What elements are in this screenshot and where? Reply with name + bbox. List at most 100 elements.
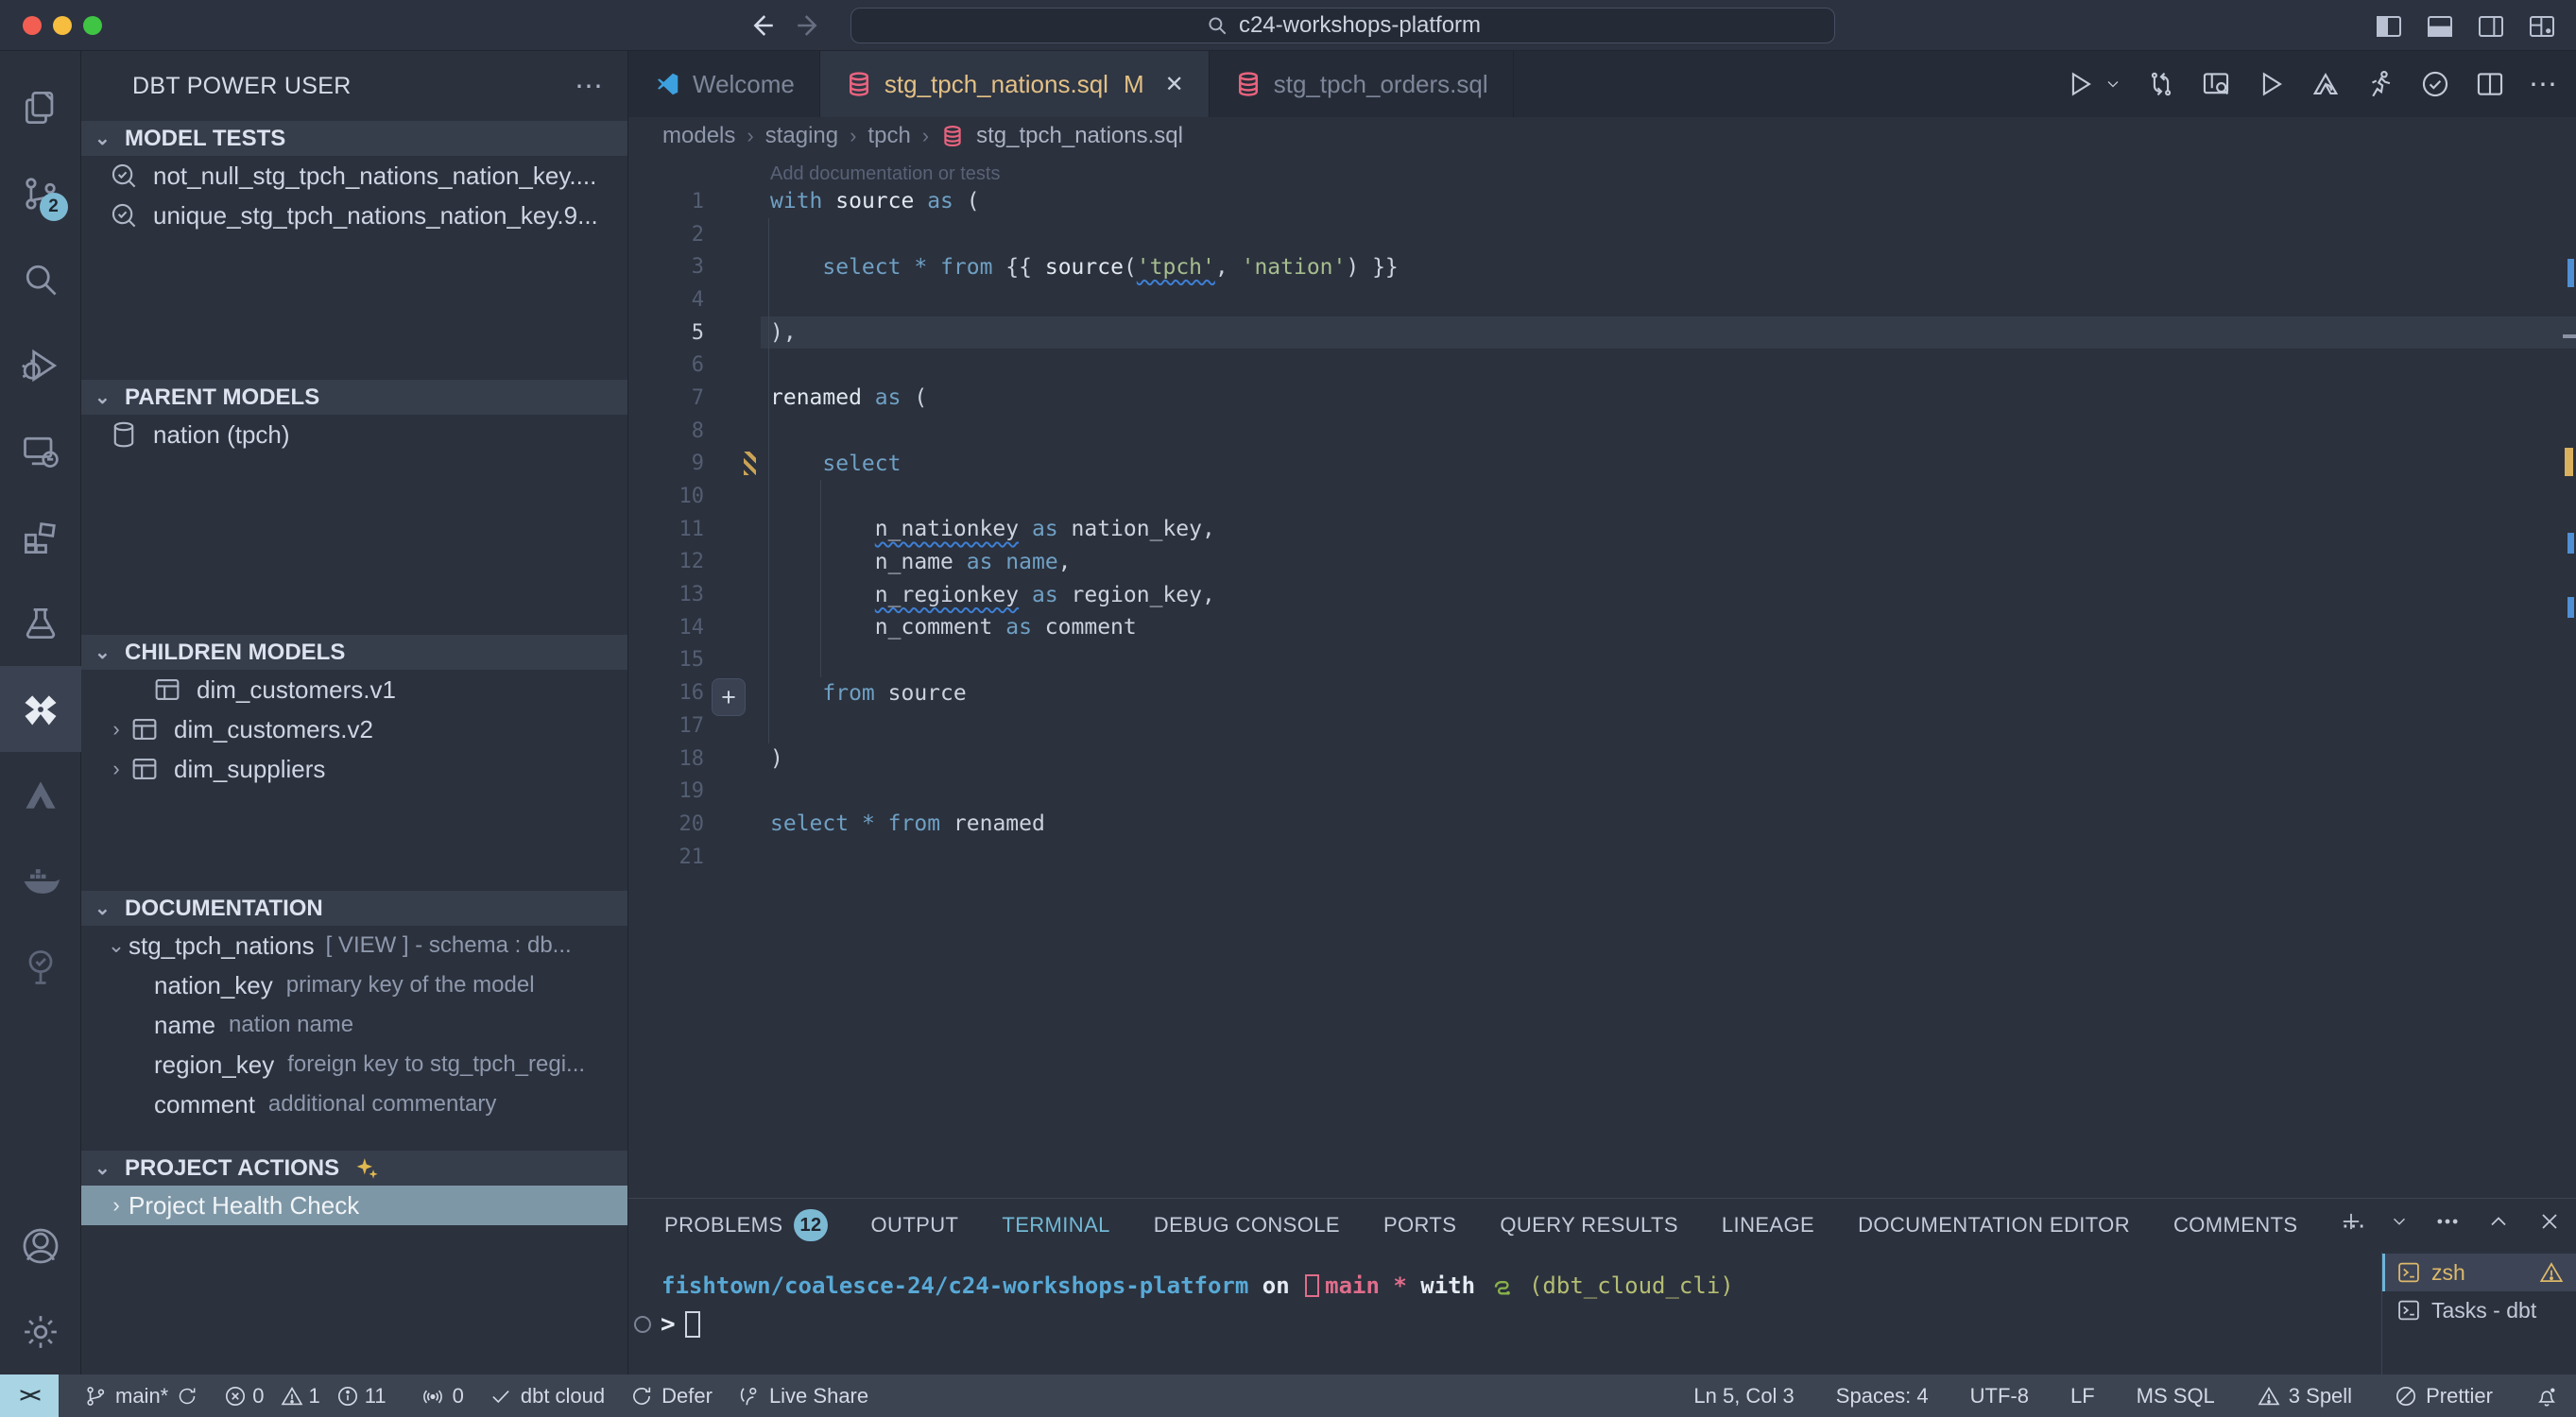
activity-settings-gear[interactable] bbox=[0, 1289, 81, 1374]
forward-arrow-icon[interactable] bbox=[794, 9, 826, 42]
run-play-icon[interactable] bbox=[2064, 68, 2096, 100]
runner-icon[interactable] bbox=[2364, 68, 2396, 100]
activity-search[interactable] bbox=[0, 236, 81, 322]
activity-dbt-power-user[interactable] bbox=[0, 666, 81, 752]
list-item[interactable]: nation (tpch) bbox=[81, 415, 627, 454]
code-line-14: 14 n_comment as comment bbox=[628, 611, 2576, 644]
list-item[interactable]: namenation name bbox=[81, 1005, 627, 1045]
list-item[interactable]: region_keyforeign key to stg_tpch_regi..… bbox=[81, 1045, 627, 1084]
chevron-right-icon[interactable]: › bbox=[104, 1193, 129, 1218]
terminal[interactable]: fishtown/coalesce-24/c24-workshops-platf… bbox=[628, 1252, 2381, 1374]
panel-tab-debug-console[interactable]: DEBUG CONSOLE bbox=[1154, 1213, 1340, 1238]
breadcrumb-item[interactable]: staging bbox=[765, 123, 838, 149]
status-3-spell[interactable]: 3 Spell bbox=[2257, 1384, 2352, 1408]
status-prettier[interactable]: Prettier bbox=[2394, 1384, 2493, 1408]
breadcrumb-item[interactable]: tpch bbox=[867, 123, 910, 149]
activity-beaker[interactable] bbox=[0, 580, 81, 666]
panel-tab-ports[interactable]: PORTS bbox=[1383, 1213, 1456, 1238]
list-item[interactable]: ›dim_suppliers bbox=[81, 749, 627, 789]
activity-files[interactable] bbox=[0, 64, 81, 150]
codelens-link[interactable]: Add documentation or tests bbox=[628, 155, 2576, 185]
more-actions-icon[interactable]: ⋯ bbox=[2529, 68, 2559, 101]
back-arrow-icon[interactable] bbox=[745, 9, 777, 42]
layout-sidebar-left-icon[interactable] bbox=[2374, 11, 2404, 42]
activity-dbt-mountain[interactable] bbox=[0, 752, 81, 838]
status-dbt-cloud[interactable]: dbt cloud bbox=[489, 1384, 605, 1408]
chevron-right-icon[interactable]: › bbox=[104, 757, 129, 781]
ellipsis-icon[interactable] bbox=[2434, 1208, 2461, 1235]
chevron-up-icon[interactable] bbox=[2485, 1208, 2512, 1235]
section-header[interactable]: ⌄PROJECT ACTIONS bbox=[81, 1151, 627, 1186]
status-lf[interactable]: LF bbox=[2070, 1384, 2095, 1408]
status-ln-5-col-3[interactable]: Ln 5, Col 3 bbox=[1693, 1384, 1794, 1408]
list-item[interactable]: ⌄stg_tpch_nations[ VIEW ] - schema : db.… bbox=[81, 926, 627, 965]
chevron-right-icon[interactable]: › bbox=[104, 717, 129, 742]
layout-sidebar-right-icon[interactable] bbox=[2476, 11, 2506, 42]
section-header[interactable]: ⌄DOCUMENTATION bbox=[81, 891, 627, 926]
section-header[interactable]: ⌄MODEL TESTS bbox=[81, 121, 627, 156]
panel-tab-problems[interactable]: PROBLEMS12 bbox=[664, 1209, 828, 1241]
layout-panel-icon[interactable] bbox=[2425, 11, 2455, 42]
status-defer[interactable]: Defer bbox=[629, 1384, 713, 1408]
activity-remote-explorer[interactable] bbox=[0, 408, 81, 494]
gutter-add-button[interactable]: + bbox=[712, 678, 746, 716]
activity-todo-tree[interactable] bbox=[0, 924, 81, 1010]
check-circle-icon[interactable] bbox=[2419, 68, 2451, 100]
dbt-mountain-sm-icon[interactable] bbox=[2310, 68, 2342, 100]
panel-tab-lineage[interactable]: LINEAGE bbox=[1722, 1213, 1814, 1238]
close-window-button[interactable] bbox=[23, 16, 42, 35]
tab-stg_tpch_orders-sql[interactable]: stg_tpch_orders.sql bbox=[1210, 51, 1514, 117]
list-item[interactable]: ›dim_customers.v2 bbox=[81, 709, 627, 749]
status-utf-8[interactable]: UTF-8 bbox=[1970, 1384, 2029, 1408]
command-center-search[interactable]: c24-workshops-platform bbox=[850, 8, 1835, 43]
close-icon[interactable] bbox=[2536, 1208, 2563, 1235]
list-item[interactable]: commentadditional commentary bbox=[81, 1084, 627, 1124]
minimize-window-button[interactable] bbox=[53, 16, 72, 35]
play-icon[interactable] bbox=[2255, 68, 2287, 100]
list-item[interactable]: dim_customers.v1 bbox=[81, 670, 627, 709]
sidebar-more-actions-icon[interactable]: ⋯ bbox=[575, 70, 605, 103]
list-item[interactable]: ›Project Health Check bbox=[81, 1186, 627, 1225]
panel-tab-comments[interactable]: COMMENTS bbox=[2173, 1213, 2298, 1238]
panel-tab-documentation-editor[interactable]: DOCUMENTATION EDITOR bbox=[1858, 1213, 2130, 1238]
activity-account[interactable] bbox=[0, 1203, 81, 1289]
code-editor[interactable]: Add documentation or tests 1with source … bbox=[628, 155, 2576, 1198]
breadcrumb-item[interactable]: stg_tpch_nations.sql bbox=[976, 123, 1183, 149]
remote-indicator[interactable]: >< bbox=[0, 1374, 59, 1417]
panel-tab-output[interactable]: OUTPUT bbox=[871, 1213, 959, 1238]
tab-close-icon[interactable]: ✕ bbox=[1165, 71, 1184, 98]
panel-tab-query-results[interactable]: QUERY RESULTS bbox=[1500, 1213, 1678, 1238]
panel-tab-terminal[interactable]: TERMINAL bbox=[1002, 1213, 1109, 1238]
split-editor-icon[interactable] bbox=[2474, 68, 2506, 100]
status-ms-sql[interactable]: MS SQL bbox=[2137, 1384, 2215, 1408]
chevron-down-sm-icon[interactable] bbox=[2104, 75, 2122, 94]
status-main-[interactable]: main* bbox=[83, 1384, 198, 1408]
status-bell[interactable] bbox=[2534, 1384, 2559, 1408]
activity-run-debug[interactable] bbox=[0, 322, 81, 408]
chevron-down-icon[interactable]: ⌄ bbox=[104, 933, 129, 958]
layout-custom-icon[interactable] bbox=[2527, 11, 2557, 42]
list-item[interactable]: nation_keyprimary key of the model bbox=[81, 965, 627, 1005]
section-header[interactable]: ⌄CHILDREN MODELS bbox=[81, 635, 627, 670]
activity-source-control[interactable]: 2 bbox=[0, 150, 81, 236]
status-item[interactable]: 0111 bbox=[223, 1384, 395, 1408]
breadcrumb-item[interactable]: models bbox=[662, 123, 735, 149]
maximize-window-button[interactable] bbox=[83, 16, 102, 35]
terminal-item-tasks-dbt[interactable]: Tasks - dbt bbox=[2382, 1291, 2576, 1329]
panel-search-icon[interactable] bbox=[2200, 68, 2232, 100]
section-header[interactable]: ⌄PARENT MODELS bbox=[81, 380, 627, 415]
list-item[interactable]: unique_stg_tpch_nations_nation_key.9... bbox=[81, 196, 627, 235]
tab-welcome[interactable]: Welcome bbox=[628, 51, 820, 117]
plus-icon[interactable] bbox=[2338, 1208, 2364, 1235]
error-circle-icon bbox=[223, 1384, 248, 1408]
chevron-down-sm-icon[interactable] bbox=[2389, 1208, 2410, 1235]
loop-arrows-icon[interactable] bbox=[2145, 68, 2177, 100]
status-spaces-4[interactable]: Spaces: 4 bbox=[1836, 1384, 1929, 1408]
status-live-share[interactable]: Live Share bbox=[737, 1384, 868, 1408]
activity-extensions[interactable] bbox=[0, 494, 81, 580]
terminal-item-zsh[interactable]: zsh bbox=[2382, 1254, 2576, 1291]
status-0[interactable]: 0 bbox=[421, 1384, 464, 1408]
tab-stg_tpch_nations-sql[interactable]: stg_tpch_nations.sqlM✕ bbox=[820, 51, 1210, 117]
activity-docker[interactable] bbox=[0, 838, 81, 924]
list-item[interactable]: not_null_stg_tpch_nations_nation_key.... bbox=[81, 156, 627, 196]
